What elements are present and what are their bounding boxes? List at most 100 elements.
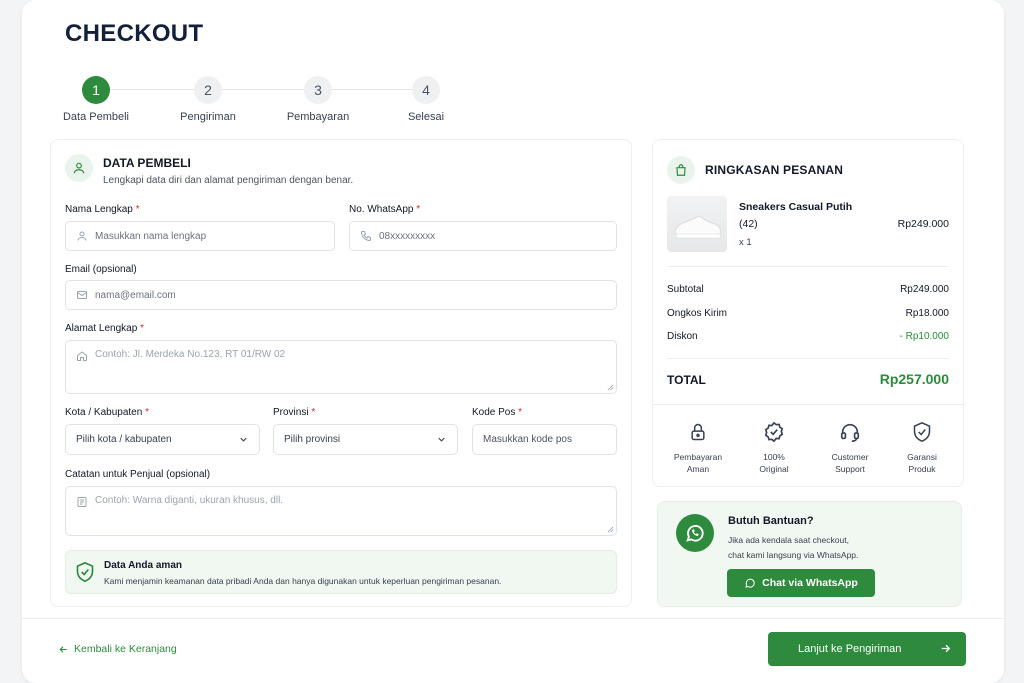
email-label: Email (opsional) [65, 264, 137, 275]
section-title: DATA PEMBELI [103, 156, 191, 170]
security-notice: Data Anda aman Kami menjamin keamanan da… [65, 550, 617, 594]
postal-code-input[interactable]: Masukkan kode pos [472, 424, 617, 455]
shipping-value: Rp18.000 [905, 308, 949, 319]
shield-check-icon [76, 561, 94, 583]
name-label: Nama Lengkap * [65, 204, 140, 215]
postal-placeholder: Masukkan kode pos [483, 434, 572, 445]
subtotal-label: Subtotal [667, 284, 704, 295]
checkout-stepper: 1 Data Pembeli 2 Pengiriman 3 Pembayaran… [60, 76, 460, 126]
note-icon [75, 495, 89, 509]
lock-icon [660, 419, 736, 445]
total-label: TOTAL [667, 373, 706, 387]
badge-line1: Pembayaran [673, 452, 723, 462]
province-label: Provinsi * [273, 407, 315, 418]
back-to-cart-label: Kembali ke Keranjang [74, 643, 177, 655]
email-placeholder: nama@email.com [95, 289, 176, 301]
required-mark: * [518, 407, 523, 418]
shipping-label: Ongkos Kirim [667, 308, 728, 319]
user-icon [65, 154, 93, 182]
badge-line1: Garansi [907, 452, 937, 462]
product-image [667, 196, 727, 252]
product-quantity: x 1 [739, 237, 752, 248]
step-pembayaran[interactable]: 3 Pembayaran [278, 76, 358, 123]
help-box: Butuh Bantuan? Jika ada kendala saat che… [657, 501, 962, 607]
step-number: 1 [82, 76, 110, 104]
step-data-pembeli[interactable]: 1 Data Pembeli [56, 76, 136, 123]
whatsapp-placeholder: 08xxxxxxxxx [379, 230, 436, 242]
summary-title: RINGKASAN PESANAN [705, 163, 844, 177]
buyer-form-panel: DATA PEMBELI Lengkapi data diri dan alam… [50, 139, 632, 607]
home-icon [75, 349, 89, 363]
step-number: 2 [194, 76, 222, 104]
name-input[interactable]: Masukkan nama lengkap [65, 221, 335, 251]
step-label: Selesai [407, 111, 445, 123]
resize-handle-icon[interactable] [607, 526, 614, 533]
next-shipping-button[interactable]: Lanjut ke Pengiriman [768, 632, 966, 666]
mail-icon [75, 288, 89, 302]
badge-line1: 100% [763, 452, 785, 462]
chat-whatsapp-label: Chat via WhatsApp [762, 577, 858, 589]
order-summary-panel: RINGKASAN PESANAN Sneakers Casual Putih … [652, 139, 965, 488]
product-size: (42) [739, 218, 758, 230]
help-title: Butuh Bantuan? [728, 515, 814, 527]
badge-line1: Customer [831, 452, 869, 462]
name-label-text: Nama Lengkap [65, 204, 133, 215]
required-mark: * [145, 407, 149, 418]
whatsapp-label: No. WhatsApp * [349, 204, 420, 215]
section-subtitle: Lengkapi data diri dan alamat pengiriman… [103, 175, 354, 186]
address-placeholder: Contoh: Jl. Merdeka No.123, RT 01/RW 02 [95, 349, 286, 360]
required-mark: * [416, 204, 421, 215]
step-pengiriman[interactable]: 2 Pengiriman [168, 76, 248, 123]
chevron-down-icon [240, 437, 247, 442]
next-shipping-label: Lanjut ke Pengiriman [798, 643, 902, 655]
verified-badge-icon [736, 419, 812, 445]
required-mark: * [135, 204, 140, 215]
step-number: 3 [304, 76, 332, 104]
badge-secure-payment: Pembayaran Aman [660, 419, 736, 475]
postal-label: Kode Pos * [472, 407, 522, 418]
shield-check-icon [884, 419, 960, 445]
trust-badges: Pembayaran Aman 100% Original Customer Supp… [653, 404, 965, 488]
back-to-cart-link[interactable]: Kembali ke Keranjang [58, 643, 177, 655]
city-label: Kota / Kabupaten * [65, 407, 149, 418]
product-name: Sneakers Casual Putih [739, 201, 853, 213]
required-mark: * [311, 407, 316, 418]
subtotal-value: Rp249.000 [900, 284, 949, 295]
whatsapp-label-text: No. WhatsApp [349, 204, 414, 215]
step-label: Pengiriman [180, 111, 236, 123]
product-price: Rp249.000 [897, 218, 949, 230]
step-label: Pembayaran [286, 111, 350, 123]
arrow-left-icon [59, 645, 67, 653]
city-select[interactable]: Pilih kota / kabupaten [65, 424, 260, 455]
province-select[interactable]: Pilih provinsi [273, 424, 458, 455]
page-title: CHECKOUT [65, 20, 204, 47]
step-selesai[interactable]: 4 Selesai [386, 76, 466, 123]
step-label: Data Pembeli [62, 111, 130, 123]
email-field[interactable]: nama@email.com [65, 280, 617, 310]
notes-textarea[interactable]: Contoh: Warna diganti, ukuran khusus, dl… [65, 486, 617, 536]
help-text: Jika ada kendala saat checkout, chat kam… [728, 533, 858, 563]
resize-handle-icon[interactable] [607, 384, 614, 391]
divider [667, 358, 949, 359]
province-label-text: Provinsi [273, 407, 309, 418]
discount-value: - Rp10.000 [899, 331, 949, 342]
province-selected: Pilih provinsi [284, 434, 341, 445]
badge-line2: Aman [686, 464, 710, 474]
whatsapp-icon [676, 514, 714, 552]
shopping-bag-icon [667, 156, 695, 184]
headset-icon [812, 419, 888, 445]
address-textarea[interactable]: Contoh: Jl. Merdeka No.123, RT 01/RW 02 [65, 340, 617, 394]
arrow-right-icon [941, 644, 951, 653]
discount-label: Diskon [667, 331, 698, 342]
postal-label-text: Kode Pos [472, 407, 516, 418]
badge-line2: Support [835, 464, 865, 474]
notice-title: Data Anda aman [104, 560, 182, 571]
step-number: 4 [412, 76, 440, 104]
chat-whatsapp-button[interactable]: Chat via WhatsApp [727, 569, 875, 597]
badge-original: 100% Original [736, 419, 812, 475]
city-label-text: Kota / Kabupaten [65, 407, 143, 418]
help-text-line: Jika ada kendala saat checkout, [728, 535, 849, 545]
badge-line2: Original [759, 464, 789, 474]
notes-placeholder: Contoh: Warna diganti, ukuran khusus, dl… [95, 495, 284, 506]
whatsapp-input[interactable]: 08xxxxxxxxx [349, 221, 617, 251]
